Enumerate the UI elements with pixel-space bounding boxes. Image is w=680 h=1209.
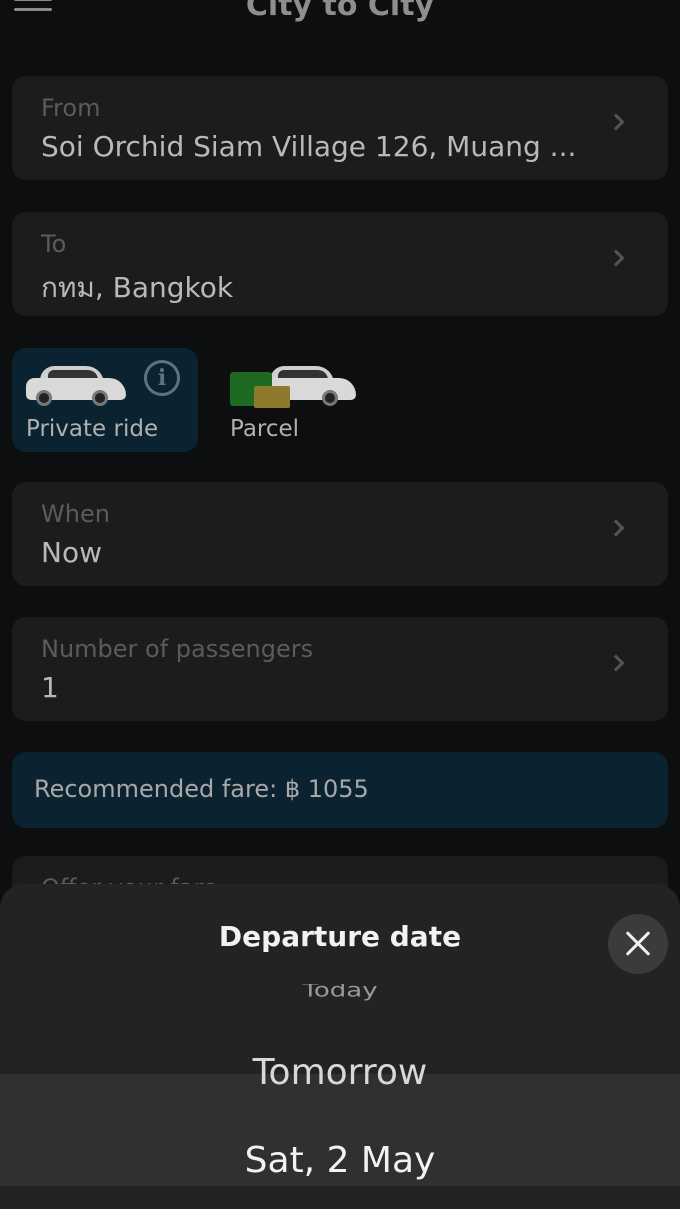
recommended-fare-banner: Recommended fare: ฿ 1055 [12, 752, 668, 828]
app-header: City to City [0, 0, 680, 40]
chevron-right-icon [607, 113, 625, 131]
recommended-fare-text: Recommended fare: ฿ 1055 [34, 775, 369, 803]
when-field[interactable]: When Now [12, 482, 668, 586]
ride-type-private[interactable]: i Private ride [12, 348, 198, 452]
page-title: City to City [245, 0, 435, 23]
date-picker[interactable]: Today Tomorrow Sat, 2 May [0, 984, 680, 1209]
passengers-field[interactable]: Number of passengers 1 [12, 617, 668, 721]
chevron-right-icon [607, 654, 625, 672]
chevron-right-icon [607, 519, 625, 537]
to-label: To [41, 230, 67, 258]
ride-type-label: Private ride [26, 416, 159, 442]
when-value: Now [41, 536, 102, 569]
passengers-value: 1 [41, 671, 59, 704]
envelope-icon [254, 386, 290, 408]
picker-option[interactable]: Today [0, 984, 680, 1002]
when-label: When [41, 500, 110, 528]
picker-option[interactable]: Tomorrow [0, 1052, 680, 1093]
to-value: กทม, Bangkok [41, 271, 234, 304]
from-label: From [41, 94, 101, 122]
from-field[interactable]: From Soi Orchid Siam Village 126, Muang … [12, 76, 668, 180]
car-icon [26, 364, 126, 406]
chevron-right-icon [607, 249, 625, 267]
picker-option[interactable]: Sat, 2 May [0, 1140, 680, 1181]
from-value: Soi Orchid Siam Village 126, Muang ... [41, 130, 577, 163]
passengers-label: Number of passengers [41, 635, 314, 663]
sheet-title: Departure date [218, 920, 462, 953]
to-field[interactable]: To กทม, Bangkok [12, 212, 668, 316]
departure-date-sheet: Departure date Today Tomorrow Sat, 2 May [0, 884, 680, 1209]
ride-type-parcel[interactable]: Parcel [216, 348, 376, 452]
info-icon[interactable]: i [144, 360, 180, 396]
close-button[interactable] [608, 914, 668, 974]
ride-type-label: Parcel [230, 416, 300, 442]
